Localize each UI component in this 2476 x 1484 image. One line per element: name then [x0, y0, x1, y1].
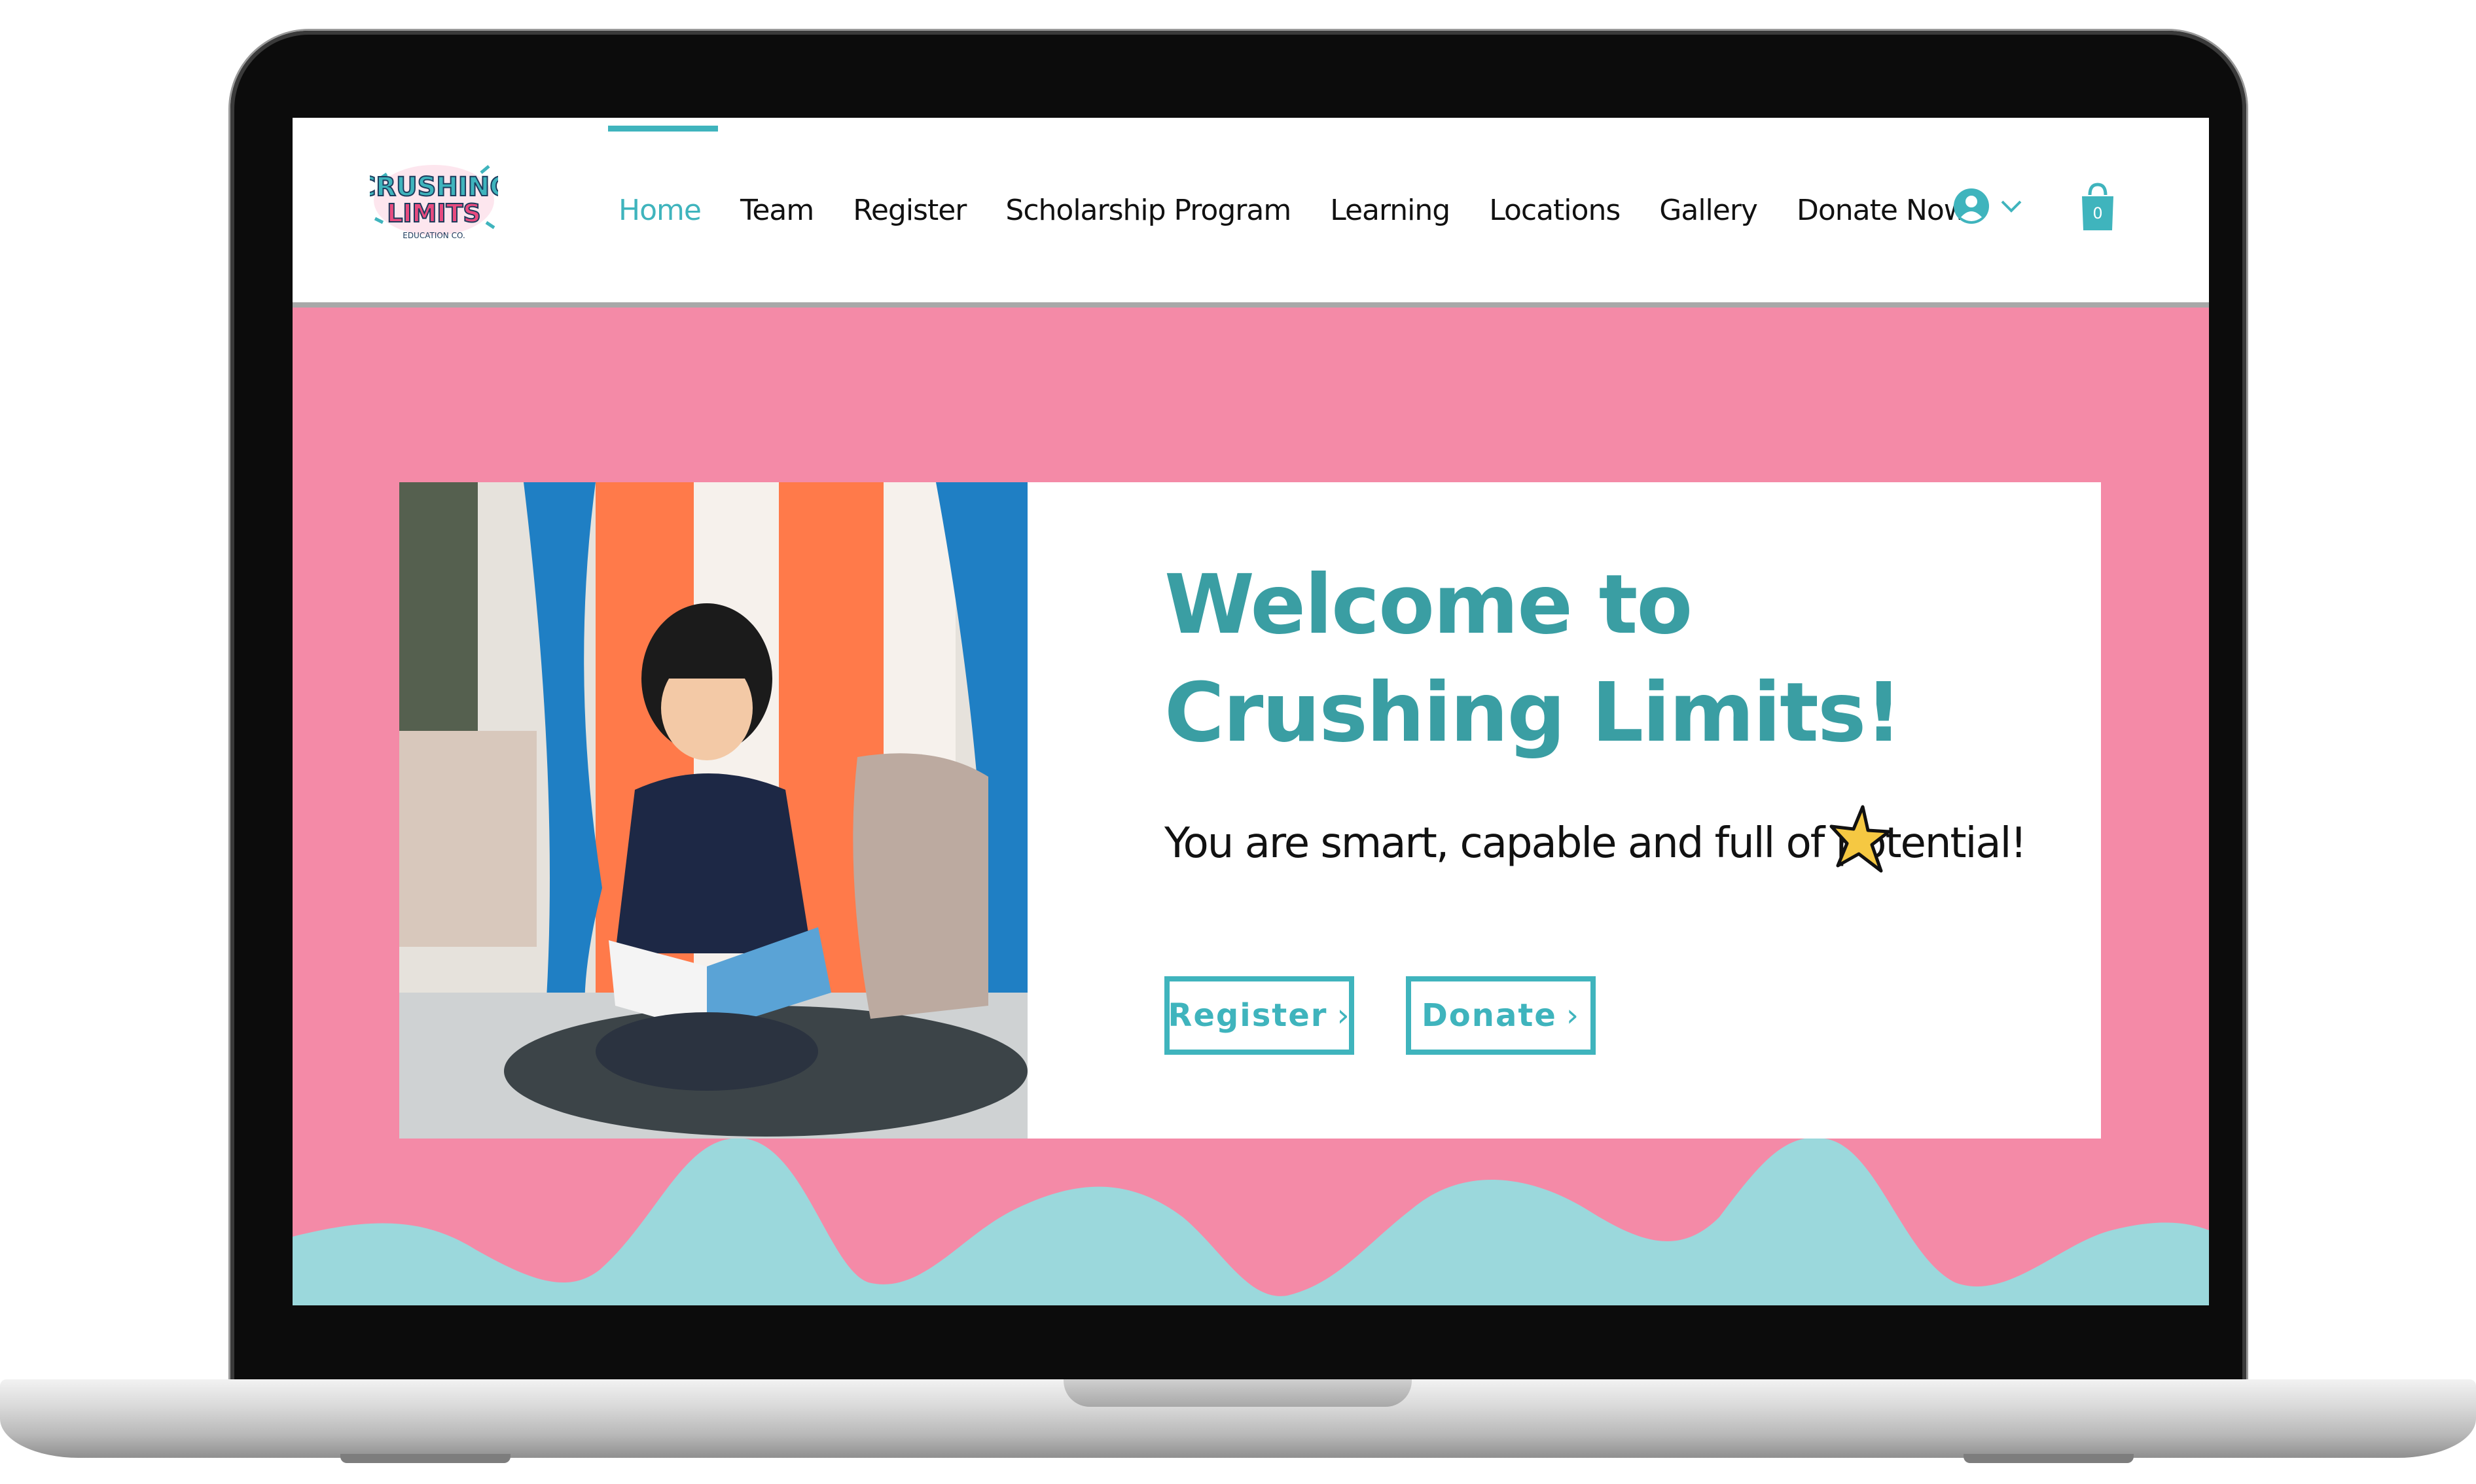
donate-button[interactable]: Donate ›: [1406, 976, 1596, 1055]
laptop-notch: [1064, 1379, 1412, 1407]
hero-subtitle: You are smart, capable and full of poten…: [1164, 819, 2027, 868]
nav-item-learning[interactable]: Learning: [1330, 194, 1450, 227]
nav-item-scholarship-program[interactable]: Scholarship Program: [1005, 194, 1291, 227]
main-nav: Home Team Register Scholarship Program L…: [608, 118, 2017, 302]
hero-title: Welcome to Crushing Limits!: [1164, 557, 1902, 760]
account-menu[interactable]: [1952, 183, 2024, 229]
register-button[interactable]: Register ›: [1164, 976, 1354, 1055]
nav-item-gallery[interactable]: Gallery: [1659, 194, 1758, 227]
svg-text:EDUCATION CO.: EDUCATION CO.: [403, 231, 465, 240]
nav-item-home[interactable]: Home: [608, 125, 718, 227]
svg-text:LIMITS: LIMITS: [387, 199, 481, 228]
decorative-waves: [293, 1139, 2209, 1305]
nav-item-team[interactable]: Team: [740, 194, 814, 227]
svg-text:CRUSHING: CRUSHING: [370, 172, 498, 202]
star-icon: [1829, 805, 1891, 873]
website-screen: CRUSHING LIMITS EDUCATION CO. Home Team …: [293, 118, 2209, 1305]
site-header: CRUSHING LIMITS EDUCATION CO. Home Team …: [293, 118, 2209, 308]
crushing-limits-logo[interactable]: CRUSHING LIMITS EDUCATION CO.: [356, 160, 512, 245]
nav-item-locations[interactable]: Locations: [1489, 194, 1621, 227]
nav-item-register[interactable]: Register: [853, 194, 967, 227]
chevron-down-icon: [2001, 200, 2022, 213]
hero-photo-child-reading: [399, 482, 1028, 1139]
laptop-foot-left: [340, 1454, 511, 1463]
user-avatar-icon: [1954, 188, 1989, 224]
chevron-right-icon: ›: [1337, 997, 1351, 1034]
donate-button-label: Donate: [1421, 997, 1557, 1034]
laptop-foot-right: [1964, 1454, 2134, 1463]
nav-item-donate-now[interactable]: Donate Now!: [1797, 194, 1978, 227]
cart-button[interactable]: 0: [2079, 181, 2116, 232]
cart-count-badge: 0: [2092, 204, 2103, 222]
register-button-label: Register: [1168, 997, 1328, 1034]
hero-panel: Welcome to Crushing Limits! You are smar…: [1028, 482, 2101, 1139]
chevron-right-icon: ›: [1566, 997, 1581, 1034]
